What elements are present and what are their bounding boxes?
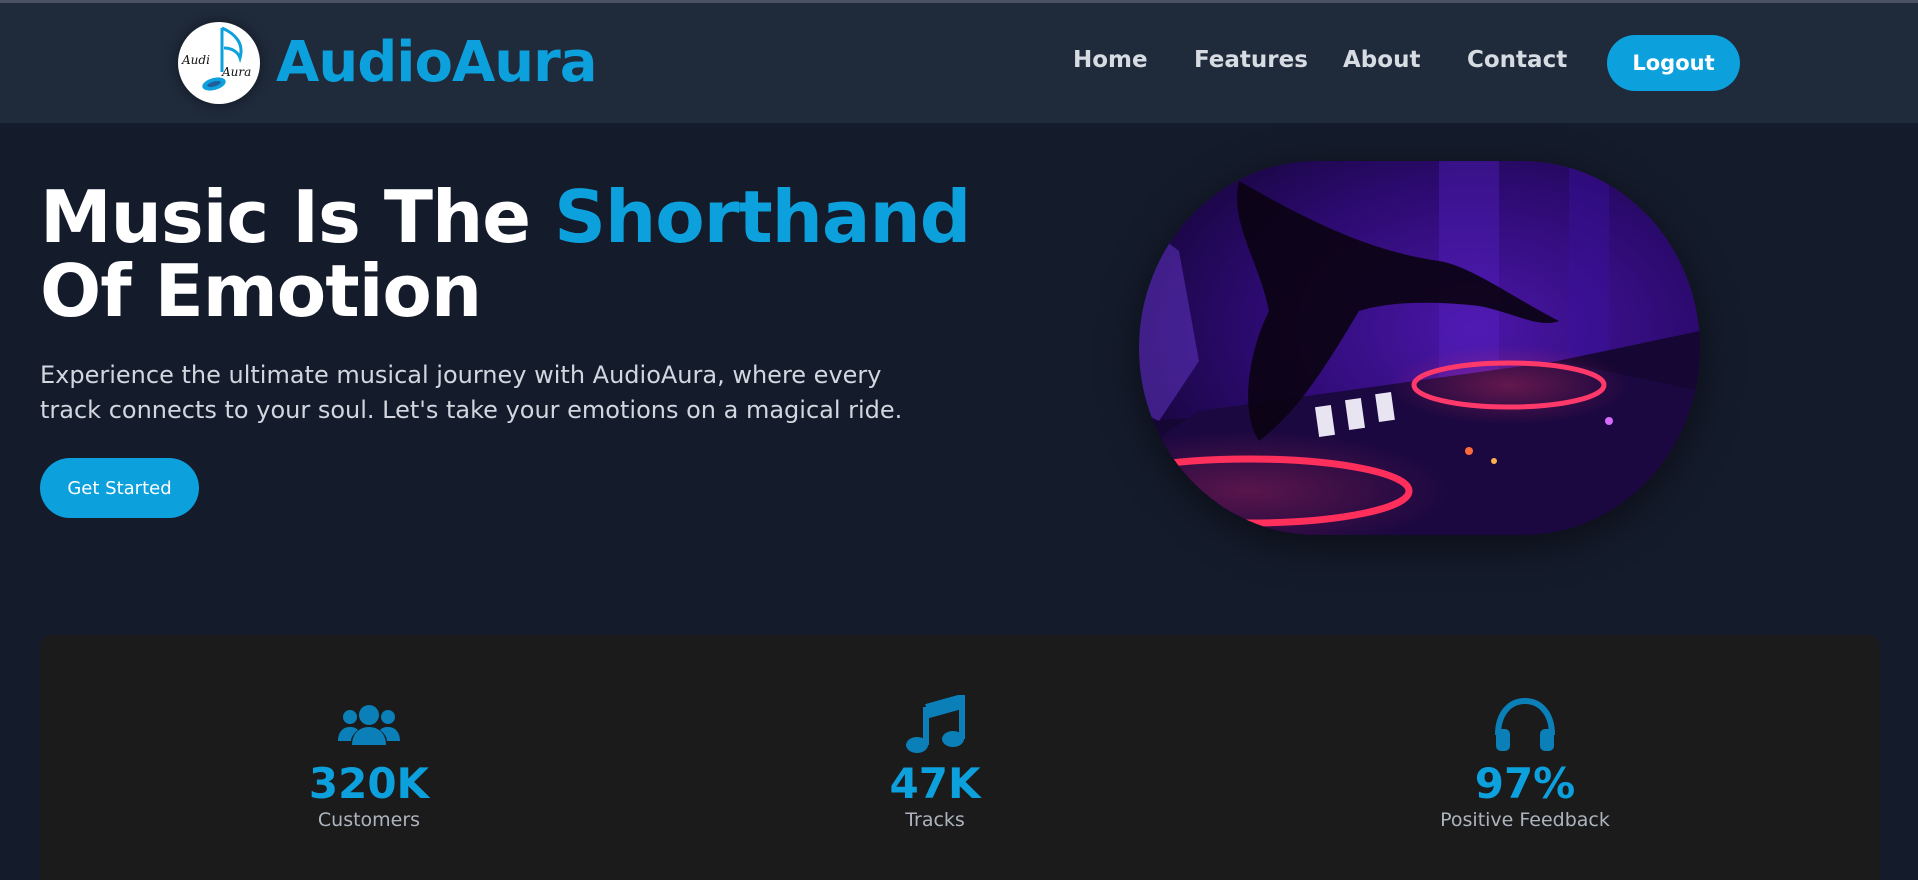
hero-title: Music Is The Shorthand Of Emotion [40, 180, 1000, 328]
logo-text-top: Audi [181, 53, 210, 67]
hero-title-part1: Music Is The [40, 175, 555, 259]
logout-button[interactable]: Logout [1607, 35, 1740, 91]
hero-title-part2: Of Emotion [40, 249, 482, 333]
brand-name[interactable]: AudioAura [276, 35, 598, 91]
music-note-icon [906, 695, 965, 753]
get-started-button[interactable]: Get Started [40, 458, 199, 518]
users-icon [338, 705, 400, 745]
nav-features[interactable]: Features [1194, 47, 1308, 73]
stat-value-tracks: 47K [889, 759, 981, 808]
nav-home[interactable]: Home [1073, 47, 1148, 73]
logo-text-bottom: Aura [221, 65, 251, 79]
brand[interactable]: Audi Aura AudioAura [178, 22, 598, 104]
hero-title-accent: Shorthand [554, 175, 971, 259]
navbar: Audi Aura AudioAura Home Features About … [0, 3, 1918, 123]
nav-contact[interactable]: Contact [1467, 47, 1567, 73]
stat-feedback: 97% Positive Feedback [1375, 695, 1675, 831]
nav-about[interactable]: About [1343, 47, 1420, 73]
hero-image [1139, 161, 1700, 535]
stats-panel: 320K Customers 47K Tracks 97% Positive F… [40, 635, 1880, 880]
stat-customers: 320K Customers [219, 695, 519, 831]
music-note-logo-icon: Audi Aura [181, 26, 251, 91]
stat-label-tracks: Tracks [905, 809, 965, 831]
stat-tracks: 47K Tracks [785, 695, 1085, 831]
stat-value-feedback: 97% [1474, 759, 1576, 808]
stat-label-feedback: Positive Feedback [1440, 809, 1610, 831]
hero-subtitle: Experience the ultimate musical journey … [40, 361, 903, 424]
stat-value-customers: 320K [308, 759, 430, 808]
logo: Audi Aura [178, 22, 260, 104]
dj-mixer-photo [1139, 161, 1700, 535]
stat-label-customers: Customers [317, 809, 421, 831]
headphones-icon [1495, 697, 1555, 751]
